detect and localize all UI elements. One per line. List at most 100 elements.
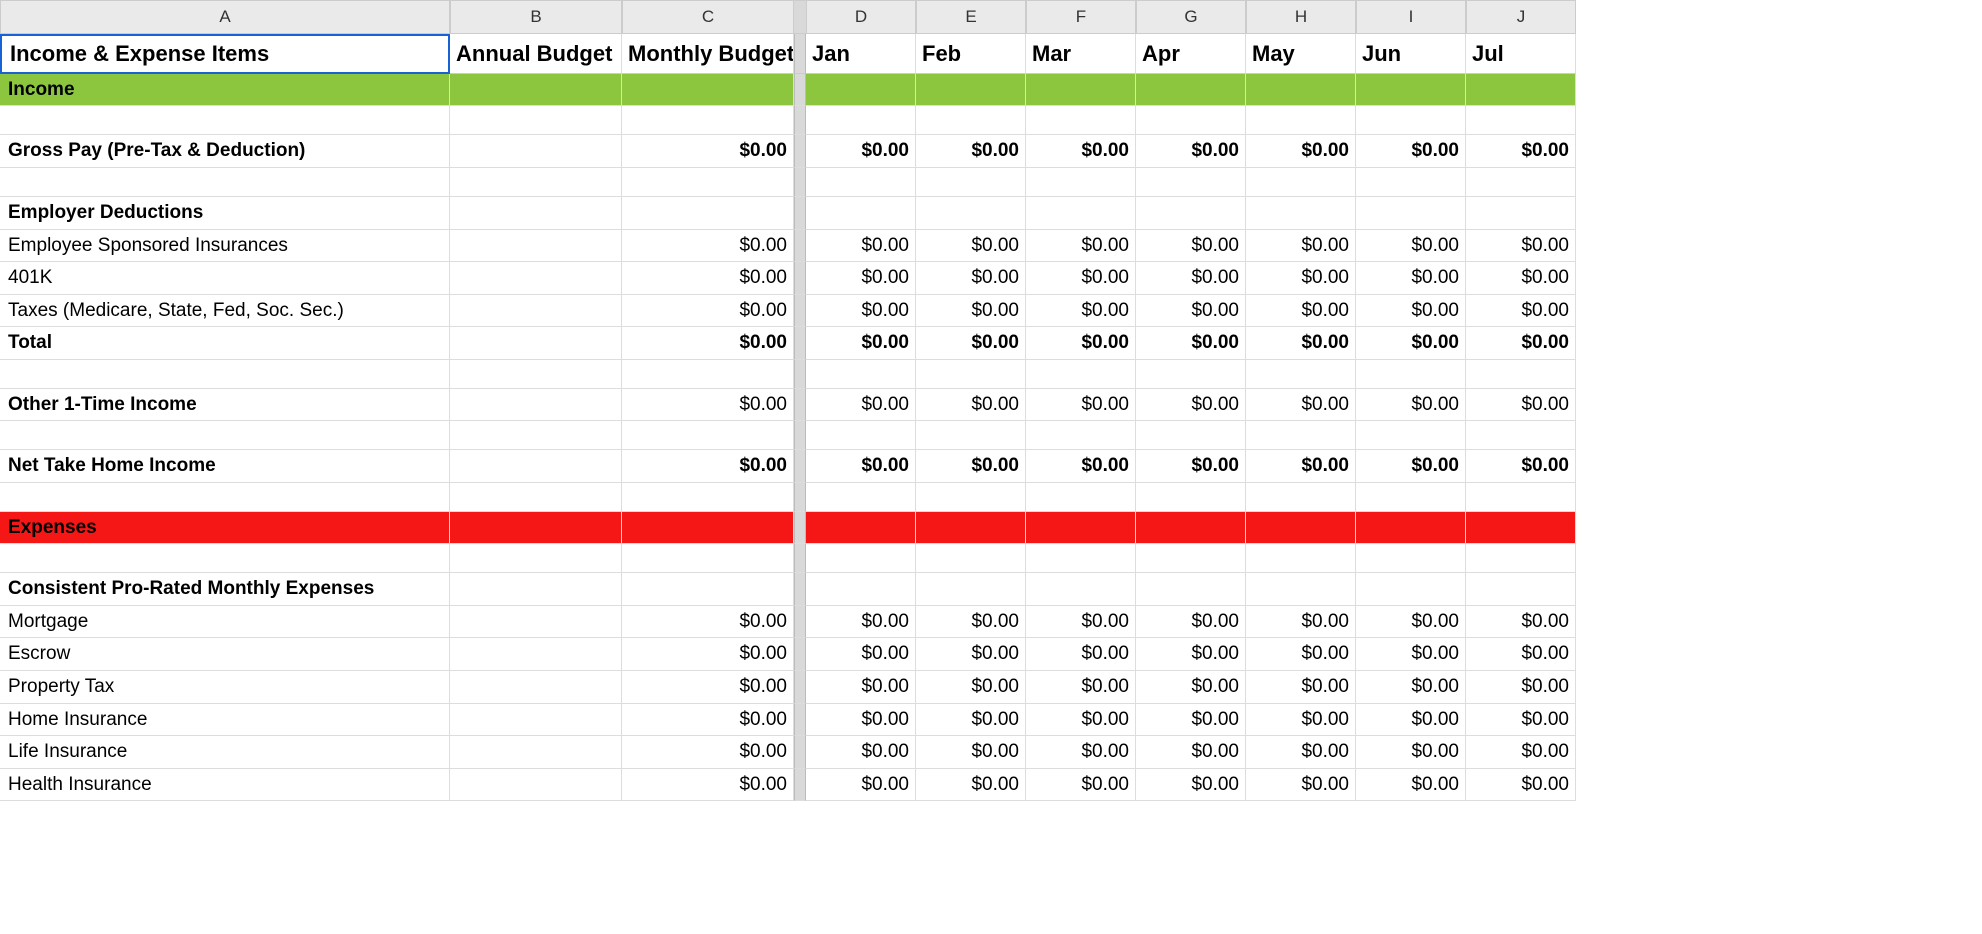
cell-value[interactable] (622, 74, 794, 107)
cell-value[interactable] (916, 544, 1026, 573)
cell-value[interactable] (1136, 168, 1246, 197)
cell-value[interactable] (1356, 360, 1466, 389)
cell-value[interactable] (1246, 74, 1356, 107)
column-header[interactable]: F (1026, 0, 1136, 34)
cell-value[interactable]: $0.00 (1136, 606, 1246, 639)
cell-value[interactable]: $0.00 (806, 769, 916, 802)
cell-value[interactable] (1026, 483, 1136, 512)
row-label[interactable]: Taxes (Medicare, State, Fed, Soc. Sec.) (0, 295, 450, 328)
cell-value[interactable] (1136, 512, 1246, 545)
cell-value[interactable] (1136, 573, 1246, 606)
cell-value[interactable] (1136, 106, 1246, 135)
cell-value[interactable]: $0.00 (1466, 389, 1576, 422)
cell-value[interactable]: $0.00 (1026, 295, 1136, 328)
spreadsheet-grid[interactable]: ABCDEFGHIJIncome & Expense ItemsAnnual B… (0, 0, 1982, 801)
cell-value[interactable]: $0.00 (806, 450, 916, 483)
cell-value[interactable] (1026, 74, 1136, 107)
column-gap[interactable] (794, 389, 806, 422)
cell-value[interactable]: $0.00 (1356, 704, 1466, 737)
cell-value[interactable] (1136, 197, 1246, 230)
cell-value[interactable] (916, 197, 1026, 230)
cell-value[interactable] (450, 135, 622, 168)
cell-value[interactable]: $0.00 (1026, 671, 1136, 704)
cell-value[interactable]: $0.00 (1246, 295, 1356, 328)
cell-value[interactable]: $0.00 (1136, 230, 1246, 263)
cell-value[interactable] (1026, 512, 1136, 545)
cell-value[interactable]: $0.00 (916, 736, 1026, 769)
cell-value[interactable] (450, 295, 622, 328)
cell-value[interactable] (806, 421, 916, 450)
cell-value[interactable]: $0.00 (806, 638, 916, 671)
cell-value[interactable]: $0.00 (916, 327, 1026, 360)
cell-value[interactable]: $0.00 (1026, 389, 1136, 422)
header-label[interactable]: Apr (1136, 34, 1246, 74)
cell-value[interactable] (1356, 106, 1466, 135)
row-label[interactable]: Consistent Pro-Rated Monthly Expenses (0, 573, 450, 606)
cell-value[interactable] (450, 168, 622, 197)
column-header[interactable]: G (1136, 0, 1246, 34)
column-gap[interactable] (794, 197, 806, 230)
cell-value[interactable] (1246, 544, 1356, 573)
cell-value[interactable] (1356, 483, 1466, 512)
cell-value[interactable]: $0.00 (1466, 262, 1576, 295)
cell-value[interactable] (1466, 483, 1576, 512)
cell-value[interactable] (1026, 573, 1136, 606)
cell-value[interactable]: $0.00 (916, 769, 1026, 802)
cell-value[interactable]: $0.00 (916, 389, 1026, 422)
header-label[interactable]: Jun (1356, 34, 1466, 74)
cell-value[interactable] (1246, 512, 1356, 545)
cell-value[interactable]: $0.00 (622, 262, 794, 295)
column-gap[interactable] (794, 544, 806, 573)
cell-value[interactable]: $0.00 (1246, 671, 1356, 704)
cell-value[interactable] (1466, 573, 1576, 606)
cell-value[interactable] (1356, 573, 1466, 606)
cell-value[interactable] (450, 606, 622, 639)
header-title[interactable]: Income & Expense Items (0, 34, 450, 74)
column-gap[interactable] (794, 512, 806, 545)
cell-value[interactable] (916, 483, 1026, 512)
cell-value[interactable]: $0.00 (1246, 736, 1356, 769)
cell-value[interactable]: $0.00 (1026, 230, 1136, 263)
cell-value[interactable]: $0.00 (1136, 450, 1246, 483)
cell-value[interactable] (622, 168, 794, 197)
cell-value[interactable]: $0.00 (1466, 135, 1576, 168)
cell-value[interactable]: $0.00 (622, 135, 794, 168)
row-label[interactable] (0, 106, 450, 135)
cell-value[interactable] (450, 483, 622, 512)
cell-value[interactable] (1136, 360, 1246, 389)
cell-value[interactable]: $0.00 (916, 606, 1026, 639)
cell-value[interactable] (450, 704, 622, 737)
cell-value[interactable]: $0.00 (622, 736, 794, 769)
cell-value[interactable]: $0.00 (1466, 295, 1576, 328)
cell-value[interactable]: $0.00 (1026, 736, 1136, 769)
cell-value[interactable] (1466, 168, 1576, 197)
cell-value[interactable]: $0.00 (1136, 389, 1246, 422)
cell-value[interactable] (450, 197, 622, 230)
cell-value[interactable]: $0.00 (1136, 671, 1246, 704)
cell-value[interactable]: $0.00 (1026, 327, 1136, 360)
cell-value[interactable]: $0.00 (1136, 262, 1246, 295)
cell-value[interactable] (622, 573, 794, 606)
cell-value[interactable]: $0.00 (1356, 327, 1466, 360)
cell-value[interactable]: $0.00 (806, 262, 916, 295)
column-gap[interactable] (794, 168, 806, 197)
header-label[interactable]: May (1246, 34, 1356, 74)
row-label[interactable]: Home Insurance (0, 704, 450, 737)
row-label[interactable]: Employer Deductions (0, 197, 450, 230)
cell-value[interactable]: $0.00 (1136, 135, 1246, 168)
cell-value[interactable] (806, 512, 916, 545)
cell-value[interactable]: $0.00 (1356, 262, 1466, 295)
cell-value[interactable]: $0.00 (1246, 769, 1356, 802)
row-label[interactable] (0, 421, 450, 450)
row-label[interactable] (0, 544, 450, 573)
header-label[interactable]: Mar (1026, 34, 1136, 74)
cell-value[interactable]: $0.00 (1466, 327, 1576, 360)
column-header[interactable]: D (806, 0, 916, 34)
header-label[interactable]: Jan (806, 34, 916, 74)
column-gap[interactable] (794, 327, 806, 360)
cell-value[interactable] (622, 483, 794, 512)
cell-value[interactable] (622, 421, 794, 450)
cell-value[interactable]: $0.00 (622, 450, 794, 483)
cell-value[interactable] (450, 421, 622, 450)
cell-value[interactable] (1136, 483, 1246, 512)
